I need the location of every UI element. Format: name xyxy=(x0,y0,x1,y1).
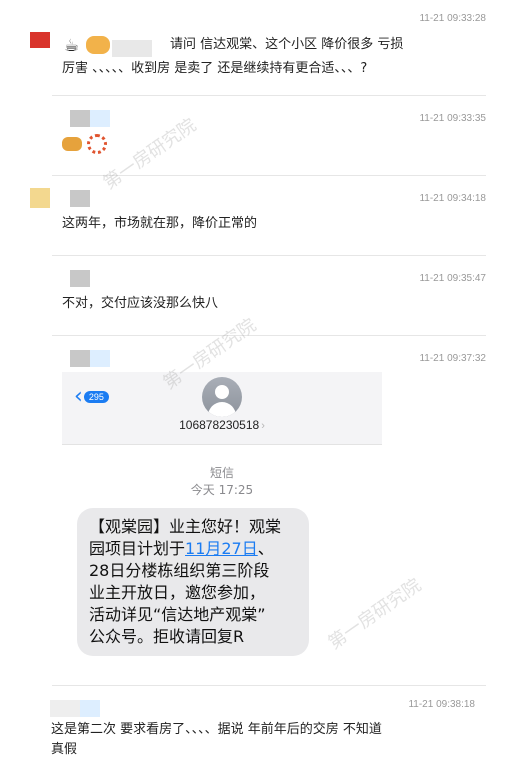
message-text: 这两年，市场就在那，降价正常的 xyxy=(62,216,258,231)
sender-name-blurred xyxy=(70,350,90,367)
unread-badge: 295 xyxy=(83,391,109,403)
avatar xyxy=(30,188,50,208)
chevron-left-icon: ‹ xyxy=(74,384,83,409)
sender-name-blurred xyxy=(70,270,90,287)
message-text-line-2: 真假 xyxy=(51,742,78,757)
sender-name-blurred xyxy=(90,110,110,127)
sender-name-blurred xyxy=(50,700,80,717)
timestamp: 11-21 09:33:28 xyxy=(419,13,486,24)
watermark: 第一房研究院 xyxy=(99,114,201,194)
sms-line: 28日分楼栋组织第三阶段 xyxy=(89,561,270,580)
contact-avatar xyxy=(202,377,242,417)
avatar xyxy=(30,32,50,48)
sms-screenshot-image[interactable]: ‹ 295 106878230518 › 短信 今天 17:25 【观棠园】业主您… xyxy=(62,372,382,672)
coffee-icon: ☕ xyxy=(64,36,80,56)
divider xyxy=(52,335,486,336)
chevron-right-icon: › xyxy=(261,420,265,432)
divider xyxy=(52,255,486,256)
message-text-line-1: 这是第二次 要求看房了、、、、据说 年前年后的交房 不知道 xyxy=(51,722,382,737)
divider xyxy=(52,95,486,96)
sender-name-blurred xyxy=(80,700,100,717)
sms-line: 园项目计划于11月27日、 xyxy=(89,539,274,558)
date-link[interactable]: 11月27日 xyxy=(185,539,258,558)
sms-kind-label: 短信 xyxy=(209,466,234,480)
sms-line: 公众号。拒收请回复R xyxy=(89,627,245,646)
sms-line: 【观棠园】业主您好！观棠 xyxy=(89,517,282,536)
sms-line: 业主开放日，邀您参加， xyxy=(89,583,266,602)
contact-number[interactable]: 106878230518 › xyxy=(62,418,382,432)
timestamp: 11-21 09:35:47 xyxy=(419,273,486,284)
message-text-line-1: 请问 信达观棠、这个小区 降价很多 亏损 xyxy=(170,37,404,52)
sender-name-blurred xyxy=(70,110,90,127)
sender-name-blurred xyxy=(112,40,152,57)
timestamp: 11-21 09:34:18 xyxy=(419,193,486,204)
sms-line: 活动详见“信达地产观棠” xyxy=(89,605,266,624)
message-text: 不对，交付应该没那么快八 xyxy=(62,296,219,311)
divider xyxy=(52,685,486,686)
sms-header: ‹ 295 106878230518 › xyxy=(62,372,382,445)
firework-icon xyxy=(87,134,107,154)
timestamp: 11-21 09:33:35 xyxy=(419,113,486,124)
sms-bubble: 【观棠园】业主您好！观棠 园项目计划于11月27日、 28日分楼栋组织第三阶段 … xyxy=(77,508,309,656)
sender-name-blurred xyxy=(70,190,90,207)
message-text-line-2: 厉害 、、、、、收到房 是卖了 还是继续持有更合适、、、? xyxy=(62,61,368,76)
sms-time: 今天 17:25 xyxy=(190,483,254,497)
bread-icon xyxy=(62,137,82,151)
back-button[interactable]: ‹ 295 xyxy=(74,386,109,408)
sender-name-blurred xyxy=(90,350,110,367)
timestamp: 11-21 09:38:18 xyxy=(408,699,475,710)
timestamp: 11-21 09:37:32 xyxy=(419,353,486,364)
handshake-icon xyxy=(86,36,110,54)
divider xyxy=(52,175,486,176)
